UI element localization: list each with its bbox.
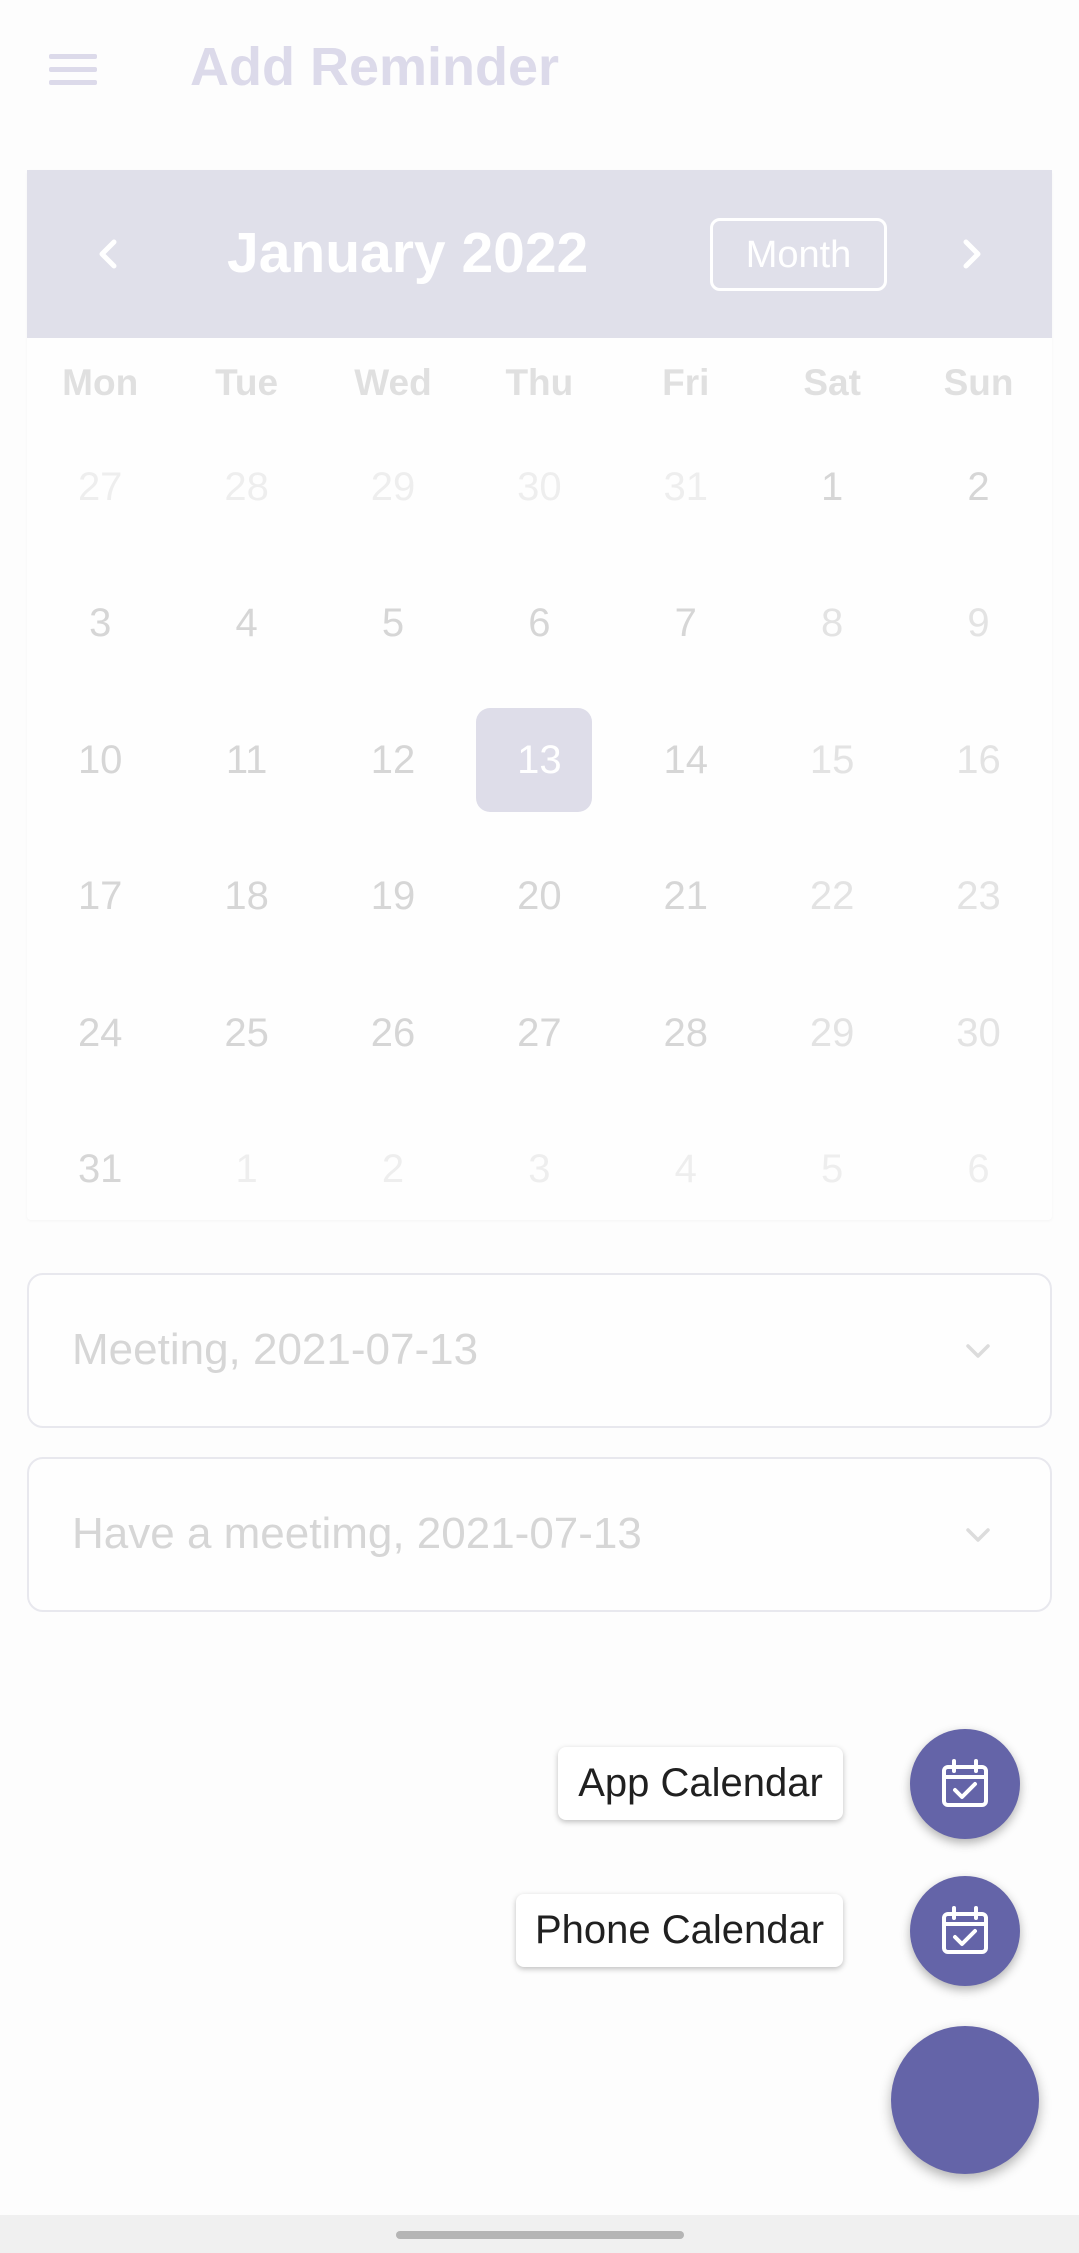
calendar-day[interactable]: 18: [173, 845, 319, 949]
calendar-header: January 2022 Month: [27, 170, 1052, 338]
reminder-dropdown[interactable]: Have a meetimg, 2021-07-13: [27, 1457, 1052, 1612]
view-format-button[interactable]: Month: [710, 218, 887, 291]
calendar-day[interactable]: 21: [613, 845, 759, 949]
selected-day-number: 13: [517, 737, 562, 782]
calendar-day[interactable]: 5: [759, 1118, 905, 1222]
calendar-day[interactable]: 25: [173, 981, 319, 1085]
calendar-day[interactable]: 4: [173, 572, 319, 676]
calendar-day[interactable]: 27: [27, 435, 173, 539]
weekday-label: Sun: [943, 362, 1014, 403]
calendar-week: 10 11 12 13 14 15 16: [27, 708, 1052, 845]
calendar-day[interactable]: 28: [613, 981, 759, 1085]
calendar-day[interactable]: 31: [613, 435, 759, 539]
calendar-day[interactable]: 23: [905, 845, 1051, 949]
calendar-day[interactable]: 2: [320, 1118, 466, 1222]
calendar-day[interactable]: 4: [613, 1118, 759, 1222]
dropdown-value: Meeting, 2021-07-13: [72, 1325, 479, 1374]
app-bar: Add Reminder: [0, 0, 1079, 140]
calendar-day[interactable]: 29: [320, 435, 466, 539]
calendar-day[interactable]: 24: [27, 981, 173, 1085]
calendar-week: 3 4 5 6 7 8 9: [27, 572, 1052, 709]
main-fab-button[interactable]: [891, 2026, 1039, 2174]
calendar-day[interactable]: 17: [27, 845, 173, 949]
phone-calendar-label[interactable]: Phone Calendar: [516, 1894, 843, 1967]
calendar-week: 31 1 2 3 4 5 6: [27, 1118, 1052, 1255]
calendar-day[interactable]: 15: [759, 708, 905, 812]
calendar-day[interactable]: 2: [905, 435, 1051, 539]
chevron-down-icon: [966, 1528, 990, 1542]
calendar-day-selected[interactable]: 13: [466, 708, 612, 813]
calendar-day[interactable]: 27: [466, 981, 612, 1085]
calendar-day[interactable]: 9: [905, 572, 1051, 676]
calendar-day[interactable]: 3: [27, 572, 173, 676]
dropdown-value: Have a meetimg, 2021-07-13: [72, 1509, 642, 1558]
calendar-week: 17 18 19 20 21 22 23: [27, 845, 1052, 982]
calendar-day[interactable]: 11: [173, 708, 319, 812]
weekday-label: Wed: [354, 362, 432, 403]
app-calendar-label[interactable]: App Calendar: [558, 1747, 843, 1820]
calendar-week: 27 28 29 30 31 1 2: [27, 435, 1052, 572]
home-indicator[interactable]: [396, 2231, 684, 2239]
calendar-day[interactable]: 16: [905, 708, 1051, 812]
calendar-day[interactable]: 1: [759, 435, 905, 539]
system-navigation-bar: [0, 2215, 1079, 2253]
chevron-left-icon[interactable]: [79, 224, 139, 284]
weekday-label: Sat: [803, 362, 861, 403]
calendar-day[interactable]: 14: [613, 708, 759, 812]
calendar-day[interactable]: 19: [320, 845, 466, 949]
calendar-day[interactable]: 28: [173, 435, 319, 539]
weekday-header: Mon Tue Wed Thu Fri Sat Sun: [27, 362, 1052, 412]
calendar-day[interactable]: 1: [173, 1118, 319, 1222]
calendar-grid: 27 28 29 30 31 1 2 3 4 5 6 7 8 9 10 11 1…: [27, 435, 1052, 1255]
calendar-day[interactable]: 6: [905, 1118, 1051, 1222]
phone-calendar-button[interactable]: [910, 1876, 1020, 1986]
calendar-day[interactable]: 30: [905, 981, 1051, 1085]
calendar-day[interactable]: 20: [466, 845, 612, 949]
chevron-down-icon: [966, 1344, 990, 1358]
calendar-day[interactable]: 8: [759, 572, 905, 676]
calendar-day[interactable]: 22: [759, 845, 905, 949]
app-calendar-button[interactable]: [910, 1729, 1020, 1839]
calendar-day[interactable]: 10: [27, 708, 173, 812]
weekday-label: Fri: [662, 362, 710, 403]
chevron-right-icon[interactable]: [941, 224, 1001, 284]
calendar-day[interactable]: 26: [320, 981, 466, 1085]
page-title: Add Reminder: [190, 37, 560, 97]
weekday-label: Thu: [505, 362, 574, 403]
calendar-day[interactable]: 31: [27, 1118, 173, 1222]
calendar: January 2022 Month Mon Tue Wed Thu Fri S…: [27, 170, 1052, 1220]
calendar-day[interactable]: 30: [466, 435, 612, 539]
calendar-week: 24 25 26 27 28 29 30: [27, 981, 1052, 1118]
calendar-check-icon: [942, 1906, 988, 1954]
calendar-day[interactable]: 7: [613, 572, 759, 676]
reminder-dropdown[interactable]: Meeting, 2021-07-13: [27, 1273, 1052, 1428]
calendar-day[interactable]: 5: [320, 572, 466, 676]
hamburger-menu-icon[interactable]: [44, 48, 102, 92]
calendar-day[interactable]: 3: [466, 1118, 612, 1222]
weekday-label: Tue: [215, 362, 279, 403]
month-title: January 2022: [227, 221, 589, 285]
calendar-day[interactable]: 6: [466, 572, 612, 676]
calendar-day[interactable]: 29: [759, 981, 905, 1085]
weekday-label: Mon: [62, 362, 139, 403]
calendar-check-icon: [942, 1759, 988, 1807]
calendar-day[interactable]: 12: [320, 708, 466, 812]
